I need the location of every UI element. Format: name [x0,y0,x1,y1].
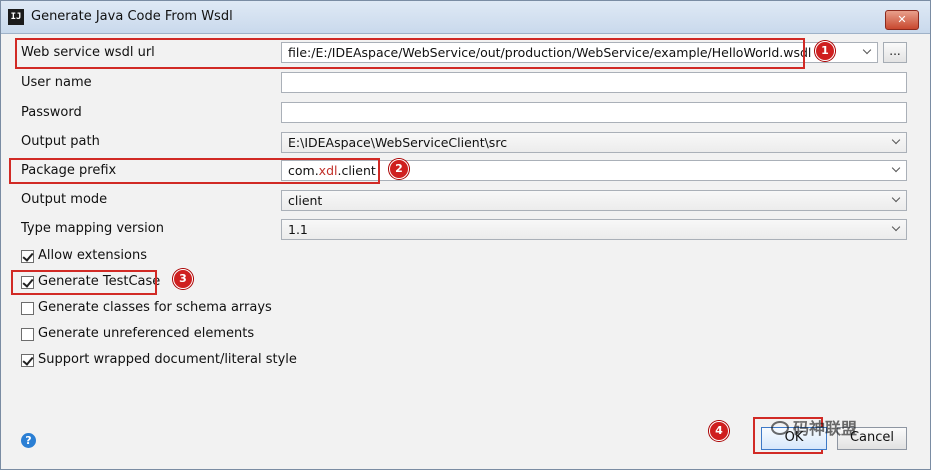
type-mapping-label: Type mapping version [21,221,164,236]
chevron-down-icon[interactable] [893,227,900,231]
annotation-badge-2: 2 [389,159,409,179]
output-mode-label: Output mode [21,192,108,207]
wrapped-style-label: Support wrapped document/literal style [38,352,297,367]
password-input[interactable] [281,102,907,123]
type-mapping-select[interactable]: 1.1 [281,219,907,240]
wsdl-highlight-box [15,38,805,69]
wrapped-style-checkbox[interactable] [21,354,34,367]
annotation-badge-3: 3 [173,269,193,289]
type-mapping-value: 1.1 [288,222,308,237]
title-bar: IJ Generate Java Code From Wsdl ✕ [1,1,930,34]
testcase-highlight-box [11,270,157,295]
intellij-icon: IJ [8,9,24,25]
chevron-down-icon[interactable] [893,140,900,144]
schema-arrays-checkbox[interactable] [21,302,34,315]
chevron-down-icon[interactable] [893,198,900,202]
dialog-content: Web service wsdl url file:/E:/IDEAspace/… [1,34,930,469]
browse-button[interactable]: ... [883,42,907,63]
user-name-label: User name [21,75,92,90]
package-highlight-box [9,158,380,184]
output-path-label: Output path [21,134,100,149]
dialog-window: IJ Generate Java Code From Wsdl ✕ Web se… [0,0,931,470]
help-icon[interactable]: ? [21,433,36,448]
unreferenced-elements-label: Generate unreferenced elements [38,326,255,341]
output-mode-select[interactable]: client [281,190,907,211]
schema-arrays-label: Generate classes for schema arrays [38,300,272,315]
password-label: Password [21,105,82,120]
close-button[interactable]: ✕ [885,10,919,30]
window-title: Generate Java Code From Wsdl [31,9,233,24]
watermark-text: 码神联盟 [793,419,858,438]
annotation-badge-1: 1 [815,41,835,61]
annotation-badge-4: 4 [709,421,729,441]
watermark: 码神联盟 [771,415,858,438]
chevron-down-icon[interactable] [893,168,900,172]
output-path-select[interactable]: E:\IDEAspace\WebServiceClient\src [281,132,907,153]
allow-extensions-label: Allow extensions [38,248,147,263]
chevron-down-icon[interactable] [864,50,871,54]
allow-extensions-checkbox[interactable] [21,250,34,263]
output-path-value: E:\IDEAspace\WebServiceClient\src [288,135,508,150]
user-name-input[interactable] [281,72,907,93]
wechat-icon [771,421,789,435]
output-mode-value: client [288,193,323,208]
unreferenced-elements-checkbox[interactable] [21,328,34,341]
